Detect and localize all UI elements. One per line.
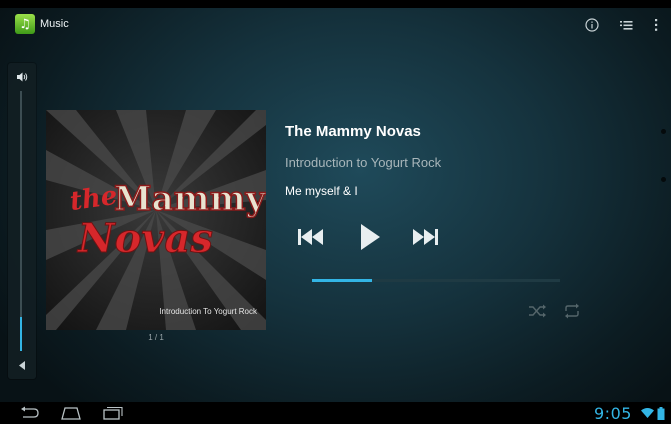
music-player-screen: ♫ Music the Mammy Novas Introduction To …: [0, 0, 671, 402]
shuffle-icon[interactable]: [528, 304, 546, 318]
action-bar: ♫ Music: [0, 8, 671, 44]
album-art[interactable]: the Mammy Novas Introduction To Yogurt R…: [46, 110, 266, 330]
recents-icon[interactable]: [101, 406, 123, 420]
next-icon[interactable]: [410, 226, 440, 248]
volume-icon: [17, 72, 28, 82]
song-title: Me myself & I: [285, 184, 358, 198]
page-indicator: 1 / 1: [148, 333, 164, 342]
edge-indicator-dot: [661, 177, 666, 182]
music-note-icon[interactable]: ♫: [15, 14, 35, 34]
info-icon[interactable]: [583, 16, 601, 34]
overflow-menu-icon[interactable]: [651, 16, 661, 34]
seek-bar[interactable]: [312, 279, 560, 282]
edge-indicator-dot: [661, 129, 666, 134]
queue-list-icon[interactable]: [617, 16, 635, 34]
artist-name: The Mammy Novas: [285, 123, 421, 140]
play-icon[interactable]: [358, 222, 382, 252]
album-artwork-image: the Mammy Novas: [46, 110, 266, 330]
seek-bar-progress: [312, 279, 372, 282]
back-icon[interactable]: [18, 406, 40, 420]
home-icon[interactable]: [60, 406, 82, 420]
svg-text:Mammy: Mammy: [114, 179, 266, 219]
volume-slider[interactable]: [20, 91, 22, 351]
volume-down-icon[interactable]: [18, 361, 26, 370]
album-art-caption: Introduction To Yogurt Rock: [159, 307, 257, 316]
volume-panel: [8, 63, 36, 379]
volume-level-fill: [20, 317, 22, 351]
previous-icon[interactable]: [296, 226, 326, 248]
app-title: Music: [40, 18, 69, 30]
status-clock: 9:05: [594, 404, 632, 423]
album-name: Introduction to Yogurt Rock: [285, 155, 442, 170]
wifi-icon: [641, 408, 654, 418]
system-navigation-bar: 9:05: [0, 402, 671, 424]
svg-text:Novas: Novas: [76, 215, 213, 262]
repeat-icon[interactable]: [563, 303, 581, 319]
battery-icon: [657, 407, 665, 420]
top-bar-strip: [0, 0, 671, 8]
